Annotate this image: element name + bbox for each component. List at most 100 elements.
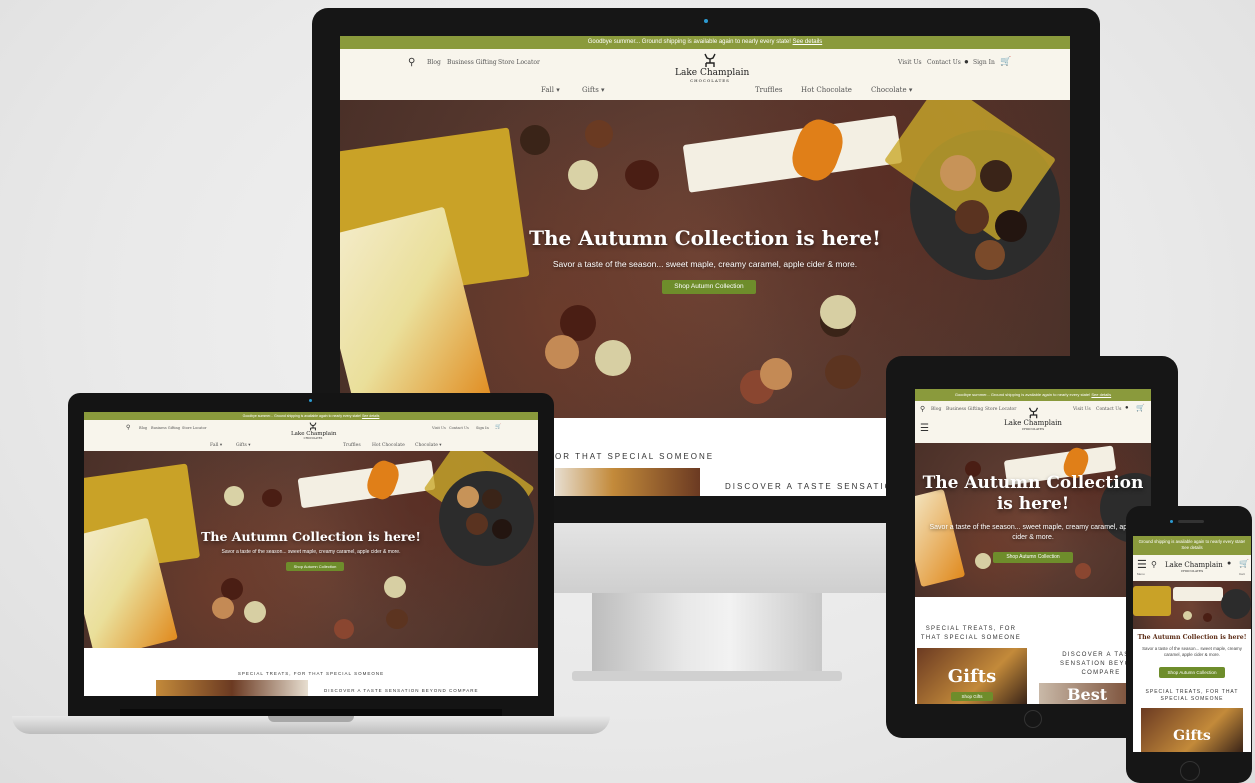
- hamburger-icon[interactable]: ☰: [1137, 558, 1147, 571]
- banner-text: Ground shipping is available again to ne…: [1138, 539, 1246, 550]
- shop-autumn-button[interactable]: Shop Autumn Collection: [1159, 667, 1225, 678]
- laptop-notch: [268, 716, 354, 722]
- site-logo[interactable]: Lake Champlain CHOCOLATES: [1165, 561, 1223, 573]
- cart-icon[interactable]: 🛒: [495, 424, 501, 430]
- deer-logo-icon: [1028, 407, 1038, 419]
- search-icon[interactable]: ⚲: [1151, 560, 1157, 569]
- logo-name: Lake Champlain: [1004, 419, 1062, 427]
- logo-sub: CHOCOLATES: [1021, 427, 1045, 431]
- hero-title: The Autumn Collection is here!: [922, 473, 1144, 514]
- banner-link[interactable]: See details: [362, 414, 379, 418]
- hero-title: The Autumn Collection is here!: [529, 226, 881, 250]
- gifts-tile[interactable]: Gifts Shop Gifts: [917, 648, 1027, 704]
- scattered-chocolate: [262, 489, 282, 507]
- deer-logo-icon: [309, 422, 317, 431]
- plate-chocolate: [980, 160, 1012, 192]
- gifts-tile[interactable]: Gifts: [1141, 708, 1243, 752]
- shop-autumn-button[interactable]: Shop Autumn Collection: [993, 552, 1073, 563]
- top-link-store[interactable]: Store Locator: [498, 59, 540, 66]
- scattered-chocolate: [820, 295, 856, 329]
- site-logo[interactable]: Lake Champlain CHOCOLATES: [1003, 407, 1063, 431]
- user-icon[interactable]: ●: [1125, 405, 1129, 411]
- laptop-bezel-bottom: [120, 709, 502, 716]
- home-button[interactable]: [1180, 761, 1200, 781]
- right-link-signin[interactable]: Sign In: [476, 426, 489, 430]
- scattered-chocolate: [520, 125, 550, 155]
- gift-box-thumbnail: [156, 680, 308, 696]
- cart-icon[interactable]: 🛒: [1136, 404, 1145, 412]
- promo-banner: Goodbye summer... Ground shipping is ava…: [915, 389, 1151, 401]
- search-icon[interactable]: ⚲: [408, 57, 415, 68]
- top-link-store[interactable]: Store Locator: [182, 426, 206, 430]
- right-link-visit[interactable]: Visit Us: [1073, 407, 1091, 412]
- logo-sub: CHOCOLATES: [303, 437, 323, 440]
- monitor-stand: [592, 593, 822, 675]
- nav-gifts[interactable]: Gifts ▾: [582, 86, 605, 94]
- hamburger-icon[interactable]: ☰: [920, 423, 929, 434]
- best-label: Best: [1067, 685, 1108, 704]
- top-link-blog[interactable]: Blog: [427, 59, 441, 66]
- nav-chocolate[interactable]: Chocolate ▾: [871, 86, 912, 94]
- top-link-business[interactable]: Business Gifting: [946, 407, 983, 412]
- banner-text: Goodbye summer... Ground shipping is ava…: [954, 392, 1091, 397]
- promo-banner: Goodbye summer... Ground shipping is ava…: [340, 36, 1070, 49]
- site-logo[interactable]: Lake Champlain CHOCOLATES: [291, 422, 336, 440]
- user-icon[interactable]: ●: [1227, 560, 1231, 567]
- gift-box-thumbnail: [555, 468, 700, 496]
- top-link-business[interactable]: Business Gifting: [151, 426, 180, 430]
- hero-subtitle: Savor a taste of the season... sweet map…: [221, 549, 401, 555]
- plate-chocolate: [940, 155, 976, 191]
- shop-autumn-button[interactable]: Shop Autumn Collection: [662, 280, 756, 294]
- right-link-contact[interactable]: Contact Us: [449, 426, 469, 430]
- site-header: ⚲ Blog Business Gifting Store Locator Vi…: [915, 401, 1151, 443]
- right-link-signin[interactable]: Sign In: [973, 59, 995, 66]
- banner-link[interactable]: See details: [793, 39, 823, 45]
- camera-dot: [704, 19, 708, 23]
- section-special-heading: SPECIAL TREATS, FOR THAT SPECIAL SOMEONE: [237, 671, 385, 676]
- hero-banner: The Autumn Collection is here! Savor a t…: [84, 451, 538, 648]
- promo-banner: Goodbye summer... Ground shipping is ava…: [84, 412, 538, 420]
- top-link-business[interactable]: Business Gifting: [447, 59, 497, 66]
- nav-truffles[interactable]: Truffles: [755, 86, 782, 94]
- top-link-blog[interactable]: Blog: [139, 426, 147, 430]
- nav-chocolate[interactable]: Chocolate ▾: [415, 443, 442, 448]
- banner-text: Goodbye summer... Ground shipping is ava…: [242, 414, 362, 418]
- site-logo[interactable]: Lake Champlain CHOCOLATES: [675, 53, 750, 83]
- scattered-chocolate: [825, 355, 861, 389]
- nav-hot-chocolate[interactable]: Hot Chocolate: [801, 86, 852, 94]
- scattered-chocolate: [545, 335, 579, 369]
- phone-screen: Ground shipping is available again to ne…: [1133, 536, 1251, 752]
- shop-gifts-button[interactable]: Shop Gifts: [951, 692, 993, 701]
- nav-gifts[interactable]: Gifts ▾: [236, 443, 251, 448]
- right-link-contact[interactable]: Contact Us: [927, 59, 961, 66]
- right-link-visit[interactable]: Visit Us: [432, 426, 446, 430]
- search-icon[interactable]: ⚲: [920, 405, 925, 413]
- menu-label: Menu: [1137, 572, 1145, 576]
- cart-label: Cart: [1239, 572, 1245, 576]
- monitor-base: [572, 671, 842, 681]
- nav-hot-chocolate[interactable]: Hot Chocolate: [372, 443, 405, 448]
- logo-name: Lake Champlain: [675, 68, 750, 78]
- banner-link[interactable]: See details: [1091, 392, 1111, 397]
- home-button[interactable]: [1024, 710, 1042, 728]
- cart-icon[interactable]: 🛒: [1000, 56, 1011, 67]
- camera-dot: [1170, 520, 1173, 523]
- right-link-visit[interactable]: Visit Us: [898, 59, 922, 66]
- speaker: [1178, 520, 1204, 523]
- banner-text: Goodbye summer... Ground shipping is ava…: [587, 39, 791, 45]
- user-icon[interactable]: ●: [964, 57, 969, 66]
- right-link-contact[interactable]: Contact Us: [1096, 407, 1121, 412]
- plate-chocolate: [482, 489, 502, 509]
- shop-autumn-button[interactable]: Shop Autumn Collection: [286, 562, 344, 571]
- scattered-chocolate: [384, 576, 406, 598]
- scattered-chocolate: [386, 609, 408, 629]
- top-link-blog[interactable]: Blog: [931, 407, 941, 412]
- search-icon[interactable]: ⚲: [126, 424, 130, 431]
- nav-fall[interactable]: Fall ▾: [541, 86, 560, 94]
- site-header: ☰ Menu ⚲ Lake Champlain CHOCOLATES ● 🛒 C…: [1133, 555, 1251, 581]
- nav-fall[interactable]: Fall ▾: [210, 443, 222, 448]
- nav-truffles[interactable]: Truffles: [343, 443, 361, 448]
- scattered-chocolate: [212, 597, 234, 619]
- cart-icon[interactable]: 🛒: [1239, 559, 1249, 568]
- scattered-chocolate: [595, 340, 631, 376]
